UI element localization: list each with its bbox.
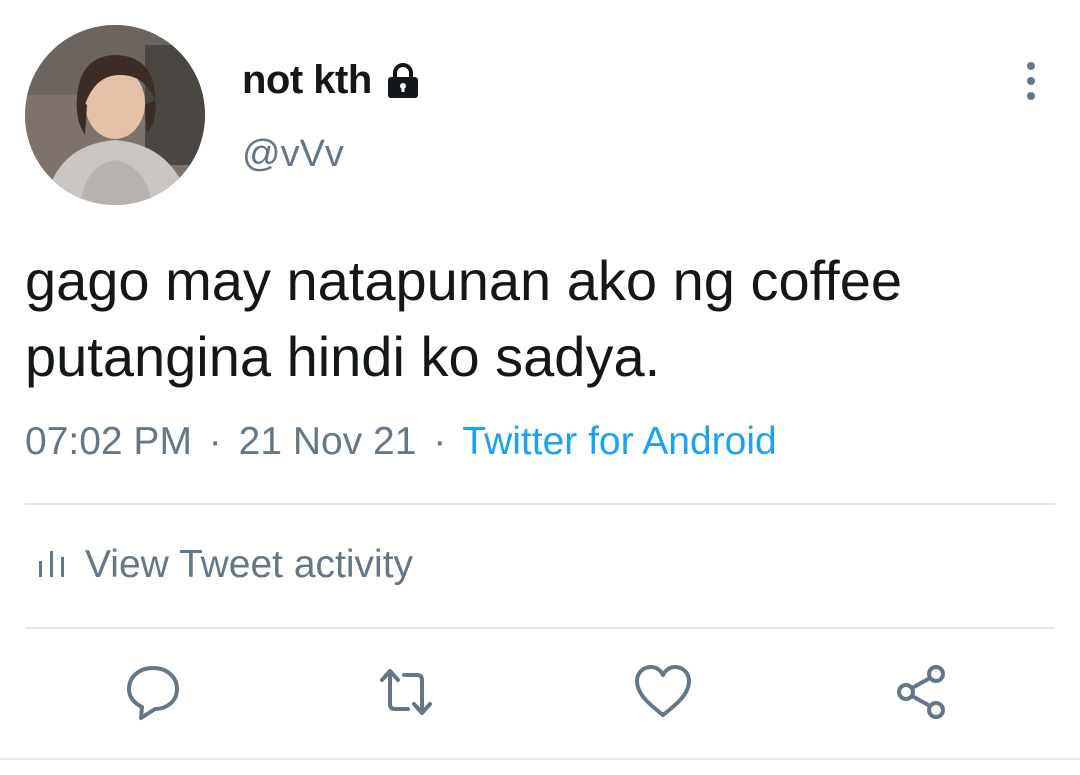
tweet-text-line-2: putangina hindi ko sadya. <box>25 325 661 388</box>
tweet-date: 21 Nov 21 <box>238 420 417 463</box>
tweet-metadata: 07:02 PM · 21 Nov 21 · Twitter for Andro… <box>25 420 777 464</box>
divider <box>25 503 1055 505</box>
reply-icon <box>121 666 185 728</box>
tweet-source-link[interactable]: Twitter for Android <box>462 420 776 463</box>
view-tweet-activity-label: View Tweet activity <box>85 543 414 586</box>
divider <box>25 627 1055 629</box>
tweet-detail: not kth @vVv gago may natapunan ako ng c… <box>0 0 1080 775</box>
separator: · <box>208 420 222 463</box>
heart-icon <box>631 665 695 728</box>
retweet-icon <box>374 669 438 728</box>
more-options-icon[interactable] <box>1014 60 1048 104</box>
reply-button[interactable] <box>121 660 185 724</box>
tweet-text-line-1: gago may natapunan ako ng coffee <box>25 249 902 312</box>
user-handle[interactable]: @vVv <box>242 133 344 176</box>
divider <box>0 758 1080 760</box>
share-icon <box>889 665 953 728</box>
separator: · <box>433 420 447 463</box>
retweet-button[interactable] <box>374 660 438 724</box>
tweet-action-bar <box>0 660 1080 730</box>
display-name[interactable]: not kth <box>242 58 372 103</box>
like-button[interactable] <box>631 660 695 724</box>
share-button[interactable] <box>889 660 953 724</box>
tweet-time: 07:02 PM <box>25 420 192 463</box>
tweet-text: gago may natapunan ako ng coffee putangi… <box>25 243 1055 395</box>
avatar[interactable] <box>25 25 205 205</box>
user-name-row: not kth <box>242 58 422 103</box>
view-tweet-activity-button[interactable]: View Tweet activity <box>37 543 413 587</box>
lock-icon <box>384 62 422 100</box>
bar-chart-icon <box>37 547 67 584</box>
